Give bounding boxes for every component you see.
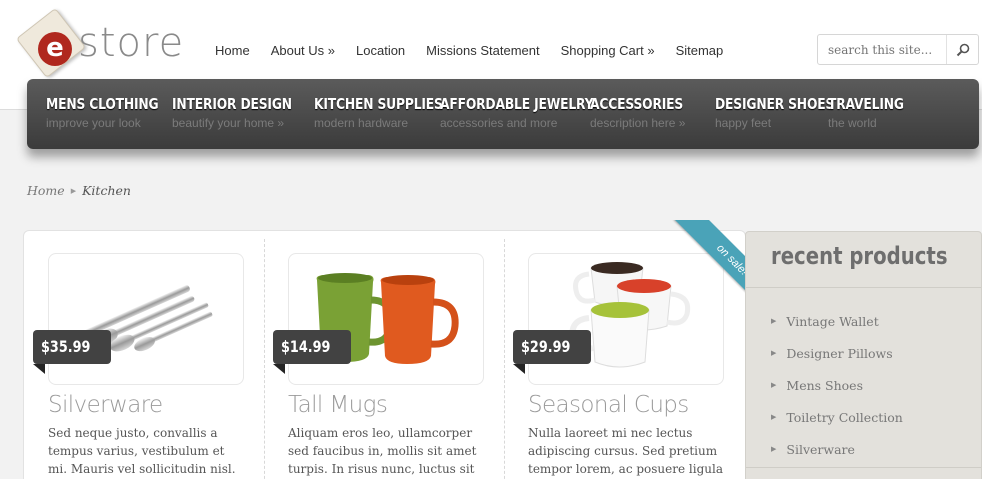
logo-text: store — [78, 20, 185, 66]
product-description: Sed neque justo, convallis a tempus vari… — [48, 426, 236, 476]
sidebar-divider — [746, 467, 981, 468]
breadcrumb-home[interactable]: Home — [27, 183, 65, 198]
product-title[interactable]: Seasonal Cups — [528, 392, 724, 418]
topnav-about-us[interactable]: About Us » — [271, 43, 335, 58]
silverware-image — [79, 285, 213, 352]
category-title: AFFORDABLE JEWELRY — [440, 95, 594, 113]
top-navigation: Home About Us » Location Missions Statem… — [215, 43, 744, 58]
search-icon — [956, 43, 969, 56]
category-title: TRAVELING — [828, 95, 904, 113]
recent-products-sidebar: recent products ▶ Vintage Wallet ▶ Designe… — [745, 231, 982, 479]
category-mens-clothing[interactable]: MENS CLOTHING improve your look — [46, 95, 183, 130]
category-title: INTERIOR DESIGN — [172, 95, 292, 113]
price-tag: $35.99 — [33, 330, 111, 374]
site-logo[interactable]: e store — [15, 7, 192, 79]
search-input[interactable] — [818, 35, 946, 64]
breadcrumb-arrow-icon: ▶ — [70, 186, 77, 195]
recent-product-item[interactable]: ▶ Toiletry Collection — [746, 401, 981, 433]
products-panel: $35.99 Silverware Sed neque justo, conva… — [23, 220, 758, 479]
column-divider — [504, 239, 505, 479]
topnav-sitemap[interactable]: Sitemap — [676, 43, 724, 58]
category-subtitle: beautify your home » — [172, 116, 285, 130]
recent-product-item[interactable]: ▶ Silverware — [746, 433, 981, 465]
product-image-silverware[interactable]: $35.99 — [33, 253, 244, 385]
breadcrumb-current: Kitchen — [82, 183, 131, 198]
search-box — [817, 34, 979, 65]
bullet-arrow-icon: ▶ — [771, 317, 777, 325]
breadcrumb: Home ▶ Kitchen — [27, 183, 131, 198]
category-subtitle: description here » — [590, 116, 686, 130]
bullet-arrow-icon: ▶ — [771, 381, 777, 389]
price-tag: $14.99 — [273, 330, 351, 374]
topnav-home[interactable]: Home — [215, 43, 250, 58]
category-interior-design[interactable]: INTERIOR DESIGN beautify your home » — [172, 95, 318, 130]
category-traveling[interactable]: TRAVELING the world — [828, 95, 920, 130]
mugs-image — [316, 273, 459, 364]
category-subtitle: the world — [828, 116, 877, 130]
bullet-arrow-icon: ▶ — [771, 413, 777, 421]
product-description: Aliquam eros leo, ullamcorper sed faucib… — [288, 426, 477, 476]
bullet-arrow-icon: ▶ — [771, 445, 777, 453]
recent-products-list: ▶ Vintage Wallet ▶ Designer Pillows ▶ Mens … — [746, 288, 981, 465]
recent-product-item[interactable]: ▶ Mens Shoes — [746, 369, 981, 401]
topnav-shopping-cart[interactable]: Shopping Cart » — [561, 43, 655, 58]
category-navbar: MENS CLOTHING improve your look INTERIOR… — [27, 79, 979, 149]
column-divider — [264, 239, 265, 479]
category-accessories[interactable]: ACCESSORIES description here » — [590, 95, 704, 130]
category-subtitle: improve your look — [46, 116, 141, 130]
search-button[interactable] — [946, 35, 978, 64]
price-tag: $29.99 — [513, 330, 591, 374]
sidebar-title: recent products — [771, 242, 948, 270]
sidebar-header: recent products — [746, 232, 981, 288]
category-title: MENS CLOTHING — [46, 95, 159, 113]
recent-product-item[interactable]: ▶ Designer Pillows — [746, 337, 981, 369]
sale-ribbon: on sale! — [658, 220, 758, 320]
bullet-arrow-icon: ▶ — [771, 349, 777, 357]
product-image-tall-mugs[interactable]: $14.99 — [273, 253, 484, 385]
product-card-silverware[interactable]: $35.99 Silverware Sed neque justo, conva… — [33, 253, 244, 478]
category-title: DESIGNER SHOES — [715, 95, 835, 113]
topnav-missions-statement[interactable]: Missions Statement — [426, 43, 539, 58]
category-title: KITCHEN SUPPLIES — [314, 95, 443, 113]
product-card-tall-mugs[interactable]: $14.99 Tall Mugs Aliquam eros leo, ullam… — [273, 253, 484, 478]
product-title[interactable]: Tall Mugs — [288, 392, 484, 418]
logo-letter: e — [38, 32, 72, 66]
product-title[interactable]: Silverware — [48, 392, 244, 418]
recent-product-item[interactable]: ▶ Vintage Wallet — [746, 305, 981, 337]
category-title: ACCESSORIES — [590, 95, 684, 113]
topnav-location[interactable]: Location — [356, 43, 405, 58]
product-description: Nulla laoreet mi nec lectus adipiscing c… — [528, 426, 723, 476]
